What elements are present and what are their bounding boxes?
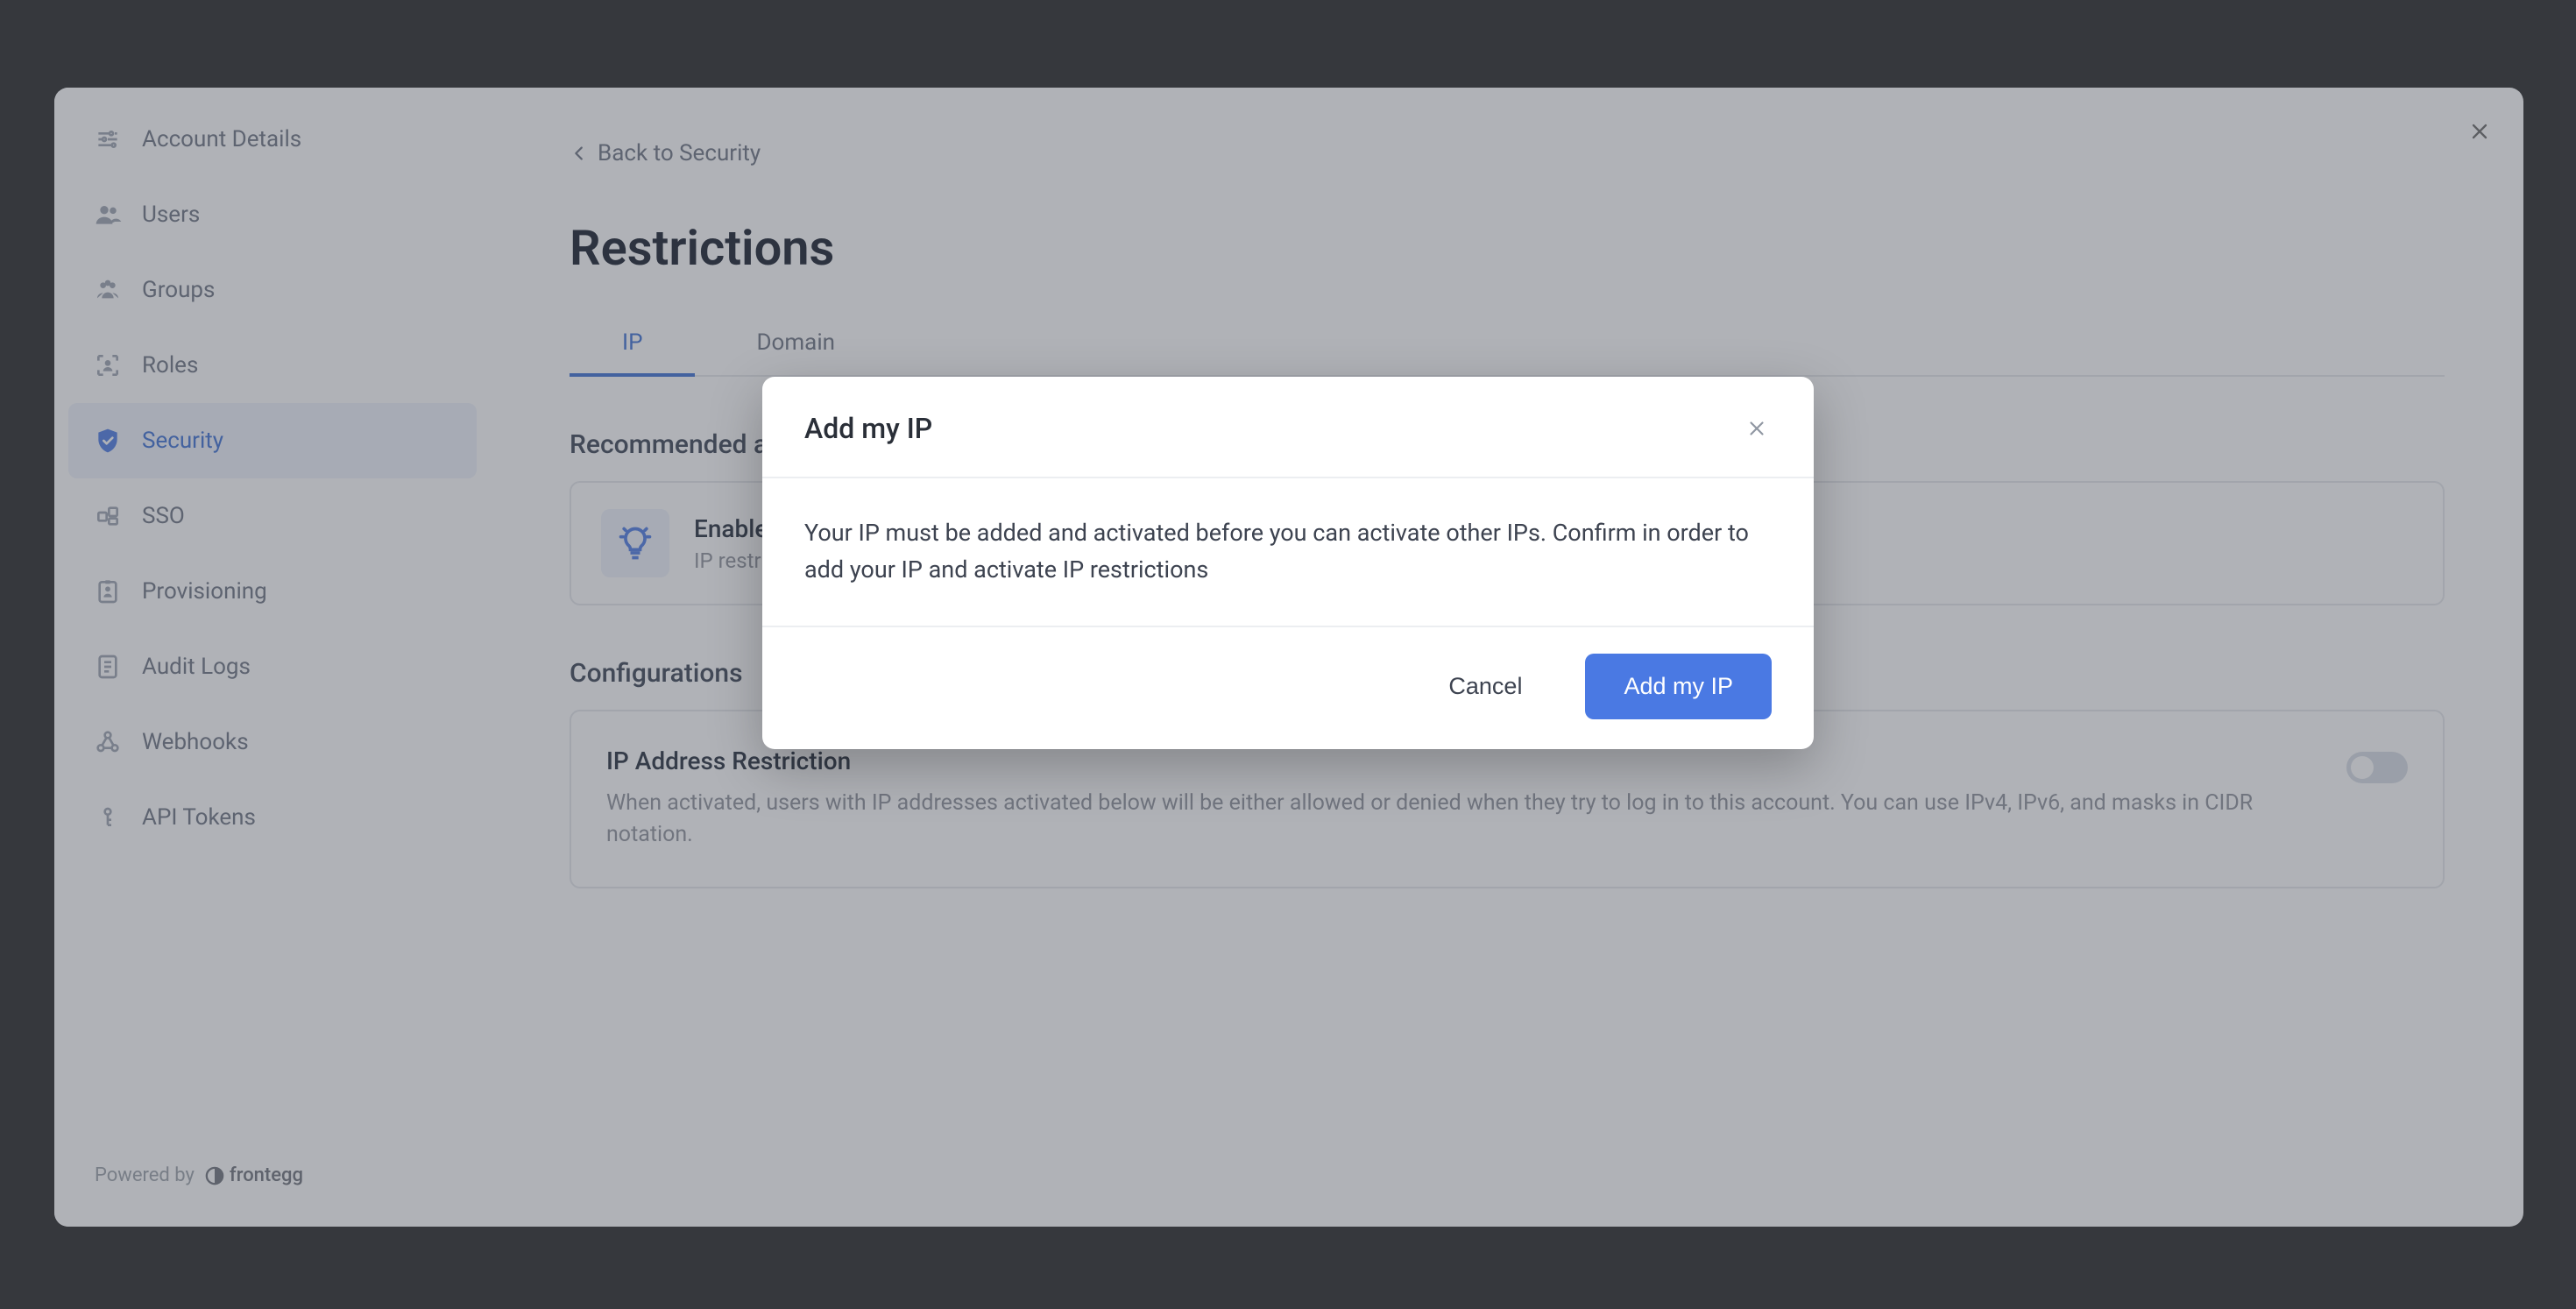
cancel-button[interactable]: Cancel xyxy=(1410,654,1560,719)
cancel-button-label: Cancel xyxy=(1448,673,1522,699)
modal-header: Add my IP xyxy=(762,377,1814,478)
modal-overlay[interactable]: Add my IP Your IP must be added and acti… xyxy=(0,0,2576,1309)
modal-close-button[interactable] xyxy=(1742,414,1772,443)
modal-title: Add my IP xyxy=(804,412,932,445)
add-my-ip-button[interactable]: Add my IP xyxy=(1585,654,1772,719)
modal-footer: Cancel Add my IP xyxy=(762,627,1814,749)
add-my-ip-modal: Add my IP Your IP must be added and acti… xyxy=(762,377,1814,749)
confirm-button-label: Add my IP xyxy=(1624,673,1733,699)
modal-body: Your IP must be added and activated befo… xyxy=(762,478,1814,627)
close-icon xyxy=(1745,417,1768,440)
